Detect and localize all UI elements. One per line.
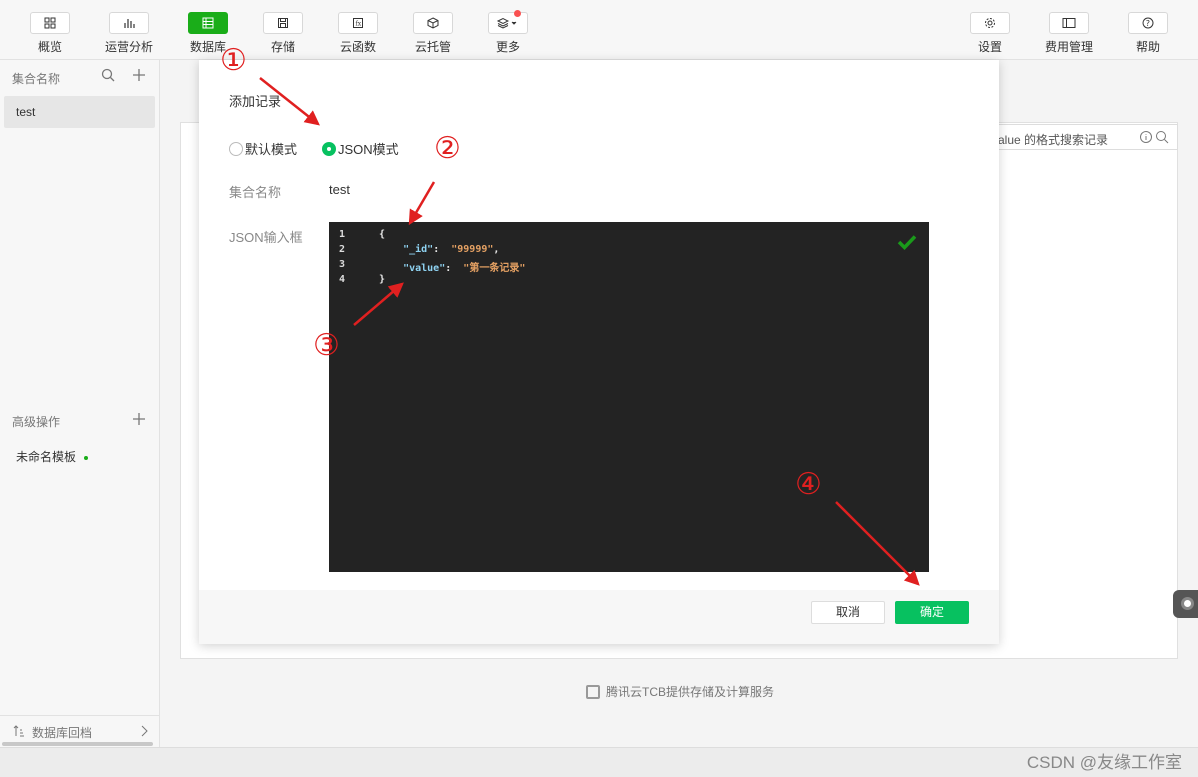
collection-name-value: test: [329, 182, 350, 197]
svg-text:?: ?: [1146, 19, 1150, 28]
line-code: "_id": "99999",: [379, 244, 499, 255]
valid-check-icon: [897, 234, 917, 253]
json-editor[interactable]: 1 {2 "_id": "99999", 3 "value": "第一条记录" 4}: [329, 222, 929, 572]
code-token: "value": [379, 263, 446, 274]
rollback-label: 数据库回档: [32, 726, 93, 740]
sidebar-scrollbar[interactable]: [2, 742, 153, 746]
toolbar-help-button[interactable]: ? 帮助: [1118, 12, 1178, 55]
toolbar-settings-button[interactable]: 设置: [960, 12, 1020, 55]
toolbar-storage-button[interactable]: 存储: [253, 12, 313, 55]
json-input-label: JSON输入框: [229, 230, 303, 245]
chevron-right-icon: [140, 725, 148, 740]
billing-panel-icon: [1049, 12, 1089, 34]
template-item-label: 未命名模板: [16, 450, 77, 464]
cloud-function-icon: fx: [338, 12, 378, 34]
collections-header: 集合名称: [12, 72, 61, 86]
toolbar-more-button[interactable]: 更多: [478, 10, 538, 55]
collection-item-test[interactable]: test: [4, 96, 155, 128]
code-token: :: [433, 244, 452, 255]
top-toolbar: 概览 运营分析 数据库 存储 fx 云函数 云托管 更多 设置 费用管理 ? 帮…: [0, 0, 1198, 60]
annotation-2: ②: [434, 131, 461, 166]
radio-json-mode[interactable]: JSON模式: [322, 139, 399, 158]
storage-floppy-icon: [263, 12, 303, 34]
question-icon: ?: [1128, 12, 1168, 34]
bar-chart-icon: [109, 12, 149, 34]
radio-label: 默认模式: [245, 142, 298, 157]
line-number: 1: [339, 229, 346, 240]
toolbar-billing-button[interactable]: 费用管理: [1039, 12, 1099, 55]
line-code: "value": "第一条记录": [379, 259, 525, 274]
line-number: 2: [339, 244, 346, 255]
left-sidebar: 集合名称 test 高级操作 未命名模板 数据库回档: [0, 60, 160, 747]
record-search-input[interactable]: alue 的格式搜索记录: [995, 124, 1178, 150]
line-number: 4: [339, 274, 346, 285]
gear-icon: [970, 12, 1010, 34]
toolbar-cloud-function-button[interactable]: fx 云函数: [328, 12, 388, 55]
footer-note: 腾讯云TCB提供存储及计算服务: [586, 683, 774, 700]
status-bar: [0, 747, 1198, 777]
cube-icon: [413, 12, 453, 34]
sort-arrows-icon: [13, 725, 25, 740]
watermark: CSDN @友缘工作室: [1026, 753, 1182, 772]
radio-default-mode[interactable]: 默认模式: [229, 139, 297, 158]
layers-icon: [488, 10, 528, 34]
add-template-icon[interactable]: [132, 412, 146, 429]
search-info-icons: [1139, 130, 1173, 147]
assistant-icon: [1181, 597, 1194, 610]
database-table-icon: [188, 12, 228, 34]
line-code: }: [379, 274, 385, 285]
annotation-3: ③: [313, 328, 340, 363]
code-token: "第一条记录": [463, 263, 526, 274]
code-token: "99999": [451, 244, 494, 255]
overview-grid-icon: [30, 12, 70, 34]
radio-label: JSON模式: [338, 142, 399, 157]
code-token: }: [379, 274, 386, 285]
dialog-title: 添加记录: [229, 94, 282, 109]
svg-text:fx: fx: [356, 21, 362, 28]
cancel-button[interactable]: 取消: [811, 601, 885, 624]
toolbar-item-label: 运营分析: [104, 40, 153, 54]
confirm-button[interactable]: 确定: [895, 601, 969, 624]
toolbar-item-label: 云托管: [414, 40, 451, 54]
toolbar-item-label: 费用管理: [1044, 40, 1093, 54]
advanced-header: 高级操作: [12, 415, 61, 429]
notification-dot: [514, 10, 521, 17]
annotation-1: ①: [220, 43, 247, 78]
line-code: {: [379, 229, 385, 240]
toolbar-item-label: 更多: [495, 40, 520, 54]
code-token: ,: [493, 244, 500, 255]
toolbar-item-label: 概览: [37, 40, 62, 54]
radio-circle-checked: [322, 142, 336, 156]
dialog-footer: 取消 确定: [199, 590, 999, 644]
code-token: {: [379, 229, 386, 240]
toolbar-overview-button[interactable]: 概览: [20, 12, 80, 55]
search-icon[interactable]: [101, 68, 115, 85]
radio-circle: [229, 142, 243, 156]
footer-note-text: 腾讯云TCB提供存储及计算服务: [606, 685, 775, 699]
toolbar-item-label: 设置: [977, 40, 1002, 54]
toolbar-cloud-hosting-button[interactable]: 云托管: [403, 12, 463, 55]
floating-assistant-button[interactable]: [1173, 590, 1198, 618]
status-dot: [84, 455, 89, 460]
toolbar-item-label: 存储: [270, 40, 295, 54]
line-number: 3: [339, 259, 346, 270]
search-placeholder: alue 的格式搜索记录: [998, 133, 1109, 147]
template-item[interactable]: 未命名模板: [16, 448, 89, 465]
toolbar-item-label: 云函数: [339, 40, 376, 54]
toolbar-item-label: 帮助: [1135, 40, 1160, 54]
add-collection-icon[interactable]: [132, 68, 146, 85]
code-token: :: [445, 263, 464, 274]
collection-name-label: 集合名称: [229, 185, 282, 200]
tcb-logo-icon: [586, 685, 600, 699]
toolbar-analytics-button[interactable]: 运营分析: [99, 12, 159, 55]
code-token: "_id": [379, 244, 434, 255]
annotation-4: ④: [795, 467, 822, 502]
